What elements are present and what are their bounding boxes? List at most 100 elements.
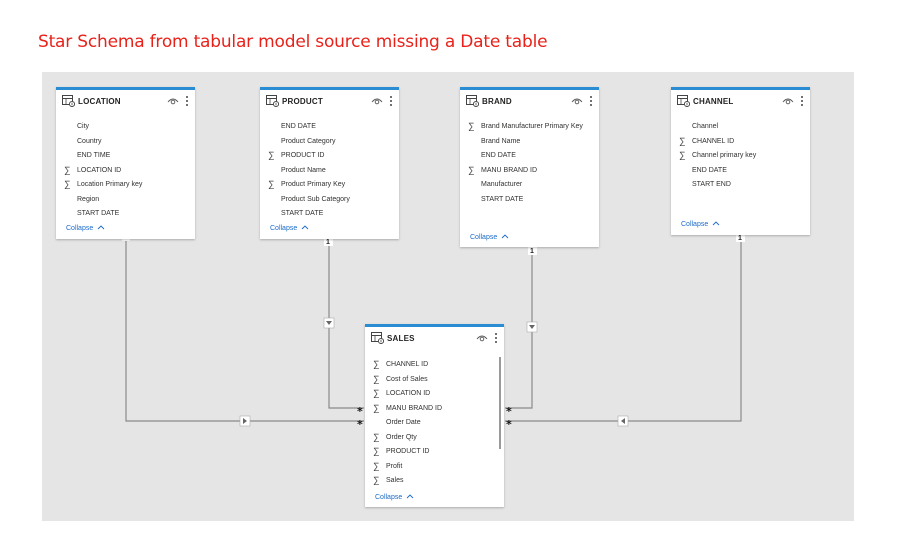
table-card-product[interactable]: PRODUCT END DATE Product Category ∑ PRODUCT… <box>260 87 399 239</box>
field-row[interactable]: Product Name <box>260 164 399 179</box>
collapse-label: Collapse <box>470 234 498 241</box>
field-name: Cost of Sales <box>386 375 428 383</box>
field-row[interactable]: END DATE <box>260 120 399 135</box>
sigma-icon: ∑ <box>373 359 380 369</box>
collapse-link[interactable]: Collapse <box>681 220 720 228</box>
more-options-icon[interactable] <box>494 332 498 344</box>
field-row[interactable]: START DATE <box>260 207 399 222</box>
field-row[interactable]: ∑ CHANNEL ID <box>365 358 504 373</box>
table-header[interactable]: BRAND <box>460 90 599 112</box>
sigma-icon: ∑ <box>373 388 380 398</box>
field-name: City <box>77 123 90 130</box>
field-row[interactable]: ∑ CHANNEL ID <box>671 135 810 150</box>
table-icon <box>466 95 479 107</box>
field-row[interactable]: Channel <box>671 120 810 135</box>
table-card-channel[interactable]: CHANNEL Channel ∑ CHANNEL ID ∑ Channel prima… <box>671 87 810 235</box>
field-row[interactable]: ∑ LOCATION ID <box>365 387 504 402</box>
eye-icon[interactable] <box>167 96 179 106</box>
field-row[interactable]: END DATE <box>671 164 810 179</box>
collapse-link[interactable]: Collapse <box>375 493 414 501</box>
field-name: Order Date <box>386 419 421 426</box>
field-row[interactable]: ∑ PRODUCT ID <box>260 149 399 164</box>
field-row[interactable]: ∑ LOCATION ID <box>56 164 195 179</box>
field-row[interactable]: ∑ Location Primary key <box>56 178 195 193</box>
field-name: Brand Manufacturer Primary Key <box>481 123 583 130</box>
field-list: Channel ∑ CHANNEL ID ∑ Channel primary key EN… <box>671 120 810 193</box>
table-card-sales[interactable]: SALES ∑ CHANNEL ID ∑ Cost of Sales ∑ LOCATION… <box>365 324 504 507</box>
field-row[interactable]: Product Category <box>260 135 399 150</box>
field-row[interactable]: START END <box>671 178 810 193</box>
eye-icon[interactable] <box>571 96 583 106</box>
field-row[interactable]: Order Date <box>365 416 504 431</box>
collapse-link[interactable]: Collapse <box>270 224 309 232</box>
field-name: Location Primary key <box>77 181 143 188</box>
field-row[interactable]: Product Sub Category <box>260 193 399 208</box>
field-row[interactable]: ∑ Order Qty <box>365 431 504 446</box>
field-row[interactable]: ∑ Cost of Sales <box>365 373 504 388</box>
table-header[interactable]: SALES <box>365 327 504 349</box>
field-name: Country <box>77 137 102 145</box>
chevron-up-icon <box>712 221 720 226</box>
more-options-icon[interactable] <box>185 95 189 107</box>
sigma-icon: ∑ <box>64 179 71 189</box>
field-row[interactable]: ∑ Brand Manufacturer Primary Key <box>460 120 599 135</box>
cardinality-one-channel: 1 <box>738 235 742 242</box>
field-row[interactable]: City <box>56 120 195 135</box>
field-name: Product Primary Key <box>281 181 346 188</box>
cardinality-one-brand: 1 <box>530 248 534 255</box>
field-row[interactable]: ∑ PRODUCT ID <box>365 445 504 460</box>
field-row[interactable]: END TIME <box>56 149 195 164</box>
more-options-icon[interactable] <box>389 95 393 107</box>
field-row[interactable]: Country <box>56 135 195 150</box>
table-icon <box>371 332 384 344</box>
table-card-brand[interactable]: BRAND ∑ Brand Manufacturer Primary Key Bra… <box>460 87 599 247</box>
field-row[interactable]: Region <box>56 193 195 208</box>
field-name: Profit <box>386 462 403 470</box>
field-row[interactable]: START DATE <box>56 207 195 222</box>
more-options-icon[interactable] <box>589 95 593 107</box>
field-name: END TIME <box>77 152 111 159</box>
field-name: CHANNEL ID <box>386 361 429 368</box>
field-name: PRODUCT ID <box>281 152 325 159</box>
field-row[interactable]: ∑ MANU BRAND ID <box>460 164 599 179</box>
field-row[interactable]: ∑ MANU BRAND ID <box>365 402 504 417</box>
table-icon <box>677 95 690 107</box>
field-list: City Country END TIME ∑ LOCATION ID ∑ Location… <box>56 120 195 222</box>
table-header[interactable]: LOCATION <box>56 90 195 112</box>
field-row[interactable]: Manufacturer <box>460 178 599 193</box>
table-header[interactable]: PRODUCT <box>260 90 399 112</box>
field-name: LOCATION ID <box>386 390 431 397</box>
field-row[interactable]: ∑ Sales <box>365 474 504 489</box>
table-title: CHANNEL <box>693 97 734 106</box>
table-title: BRAND <box>482 97 512 106</box>
field-row[interactable]: END DATE <box>460 149 599 164</box>
eye-icon[interactable] <box>782 96 794 106</box>
field-name: Region <box>77 195 100 203</box>
table-icon <box>266 95 279 107</box>
collapse-link[interactable]: Collapse <box>66 224 105 232</box>
table-card-location[interactable]: LOCATION City Country END TIME ∑ LOCATION ID… <box>56 87 195 239</box>
field-name: Channel <box>692 123 719 130</box>
table-title: PRODUCT <box>282 97 323 106</box>
eye-icon[interactable] <box>476 333 488 343</box>
field-row[interactable]: ∑ Product Primary Key <box>260 178 399 193</box>
more-options-icon[interactable] <box>800 95 804 107</box>
table-title: LOCATION <box>78 97 121 106</box>
eye-icon[interactable] <box>371 96 383 106</box>
direction-marker-channel <box>617 415 629 427</box>
table-header[interactable]: CHANNEL <box>671 90 810 112</box>
sigma-icon: ∑ <box>373 373 380 384</box>
scrollbar[interactable] <box>499 357 501 449</box>
field-row[interactable]: START DATE <box>460 193 599 208</box>
cardinality-many-product: * <box>357 405 363 418</box>
field-name: LOCATION ID <box>77 166 122 174</box>
sigma-icon: ∑ <box>268 150 275 160</box>
field-row[interactable]: ∑ Channel primary key <box>671 149 810 164</box>
field-list: ∑ Brand Manufacturer Primary Key Brand Nam… <box>460 120 599 207</box>
field-row[interactable]: Brand Name <box>460 135 599 150</box>
chevron-up-icon <box>501 234 509 239</box>
field-row[interactable]: ∑ Profit <box>365 460 504 475</box>
field-name: START DATE <box>481 195 524 203</box>
collapse-link[interactable]: Collapse <box>470 233 509 241</box>
field-name: MANU BRAND ID <box>386 404 443 412</box>
